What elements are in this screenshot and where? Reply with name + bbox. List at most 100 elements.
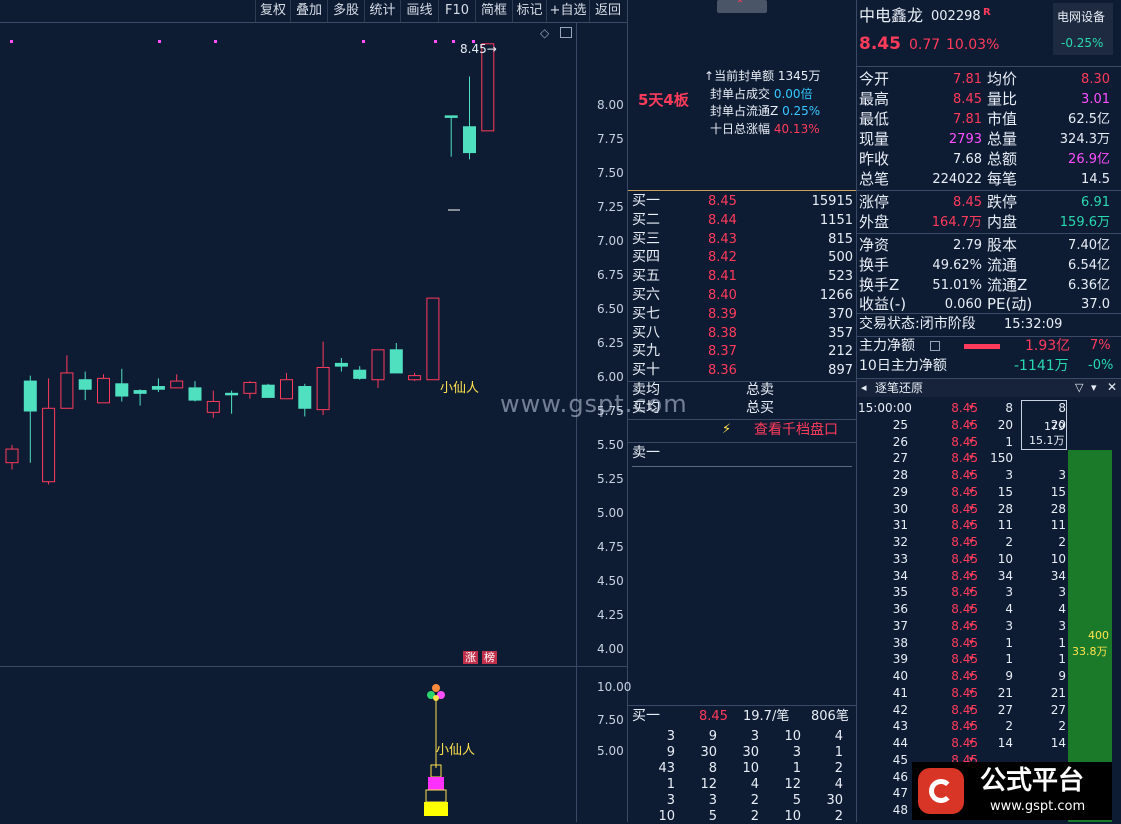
tick-volume: 15 [997, 484, 1013, 499]
candle [371, 349, 385, 388]
tick-volume: 11 [997, 518, 1013, 533]
toolbar-button-5[interactable]: F10 [438, 0, 475, 22]
marker-dot [362, 40, 365, 43]
tick-volume-2: 4 [1058, 602, 1066, 616]
toolbar-button-4[interactable]: 画线 [400, 0, 438, 22]
y-tick-label: 7.75 [597, 132, 624, 146]
candle-body [444, 115, 458, 118]
down-arrow-icon: ▾ [969, 553, 974, 564]
sector-box[interactable]: 电网设备 -0.25% [1053, 3, 1113, 55]
quote-value: 2.79 [953, 238, 982, 253]
down-arrow-icon: ▾ [969, 637, 974, 648]
tick-volume-2: 27 [1050, 702, 1066, 717]
toolbar-button-1[interactable]: 叠加 [290, 0, 327, 22]
down-arrow-icon: ▾ [969, 721, 974, 732]
candle [316, 341, 330, 416]
sector-name: 电网设备 [1057, 10, 1106, 24]
y-tick-label: 5.50 [597, 438, 624, 452]
candle-body [60, 372, 74, 409]
stock-name: 中电鑫龙 [859, 6, 924, 25]
collapse-icon[interactable]: ◂ [861, 382, 867, 393]
bid-name: 买六 [632, 287, 660, 303]
toolbar-button-8[interactable]: +自选 [546, 0, 589, 22]
tick-volume: 28 [997, 501, 1013, 516]
bid-price: 8.43 [708, 231, 737, 247]
candle [408, 372, 422, 382]
tick-volume-2: 1 [1058, 635, 1066, 650]
tick-time: 31 [892, 518, 908, 533]
bid-price: 8.44 [708, 212, 737, 228]
ask1-label: 卖一 [632, 445, 660, 461]
tick-volume-2: 14 [1050, 736, 1066, 750]
tick-time: 47 [892, 786, 908, 801]
status-time: 15:32:09 [1004, 317, 1063, 332]
candle-body [170, 380, 184, 389]
tick-volume-2: 21 [1050, 685, 1066, 700]
tick-volume-2 [1030, 434, 1066, 451]
bid-name: 买九 [632, 343, 660, 360]
quote-value: 7.68 [953, 151, 982, 167]
toolbar-button-3[interactable]: 统计 [364, 0, 400, 22]
toolbar-button-2[interactable]: 多股 [327, 0, 364, 22]
tick-volume-2: 10 [1050, 551, 1066, 566]
candle-body [408, 375, 422, 381]
buy-total-label: 总买 [746, 400, 774, 416]
tick-title: 逐笔还原 [875, 381, 924, 395]
tick-time: 30 [892, 501, 908, 516]
toolbar-button-7[interactable]: 标记 [512, 0, 546, 22]
indicator-label: 小仙人 [436, 743, 476, 758]
margin-badge: R [983, 7, 991, 18]
quote-value: 164.7万 [931, 214, 982, 230]
quote-label-2: 股本 [987, 236, 1018, 254]
tick-time: 41 [892, 685, 908, 700]
bid-name: 买十 [632, 362, 660, 379]
tick-time: 42 [892, 702, 908, 717]
down-arrow-icon: ▾ [969, 403, 974, 413]
quote-label: 涨停 [859, 193, 890, 211]
y2-tick-label: 5.00 [597, 744, 624, 758]
toolbar-button-9[interactable]: 返回 [589, 0, 626, 22]
quote-label: 总笔 [859, 169, 890, 188]
bid-name: 买四 [632, 249, 660, 266]
candle [5, 445, 19, 470]
dropdown-icon[interactable]: ▾ [1091, 382, 1097, 393]
flow-toggle-icon[interactable] [930, 341, 940, 351]
brand-url: www.gspt.com [990, 799, 1086, 814]
candle-body [42, 407, 56, 483]
quote-value: 224022 [932, 171, 982, 187]
bid-name: 买七 [632, 305, 660, 322]
brand-logo-icon [918, 768, 964, 814]
down-arrow-icon: ▾ [969, 470, 974, 480]
filter-icon[interactable]: ▽ [1075, 382, 1083, 393]
tick-volume: 2 [1005, 535, 1013, 549]
bid-price: 8.45 [708, 194, 737, 209]
last-price: 8.45 [859, 34, 901, 54]
tick-time: 25 [892, 417, 908, 432]
toolbar-button-0[interactable]: 复权 [255, 0, 290, 22]
queue-label: 买一 [632, 708, 660, 724]
toolbar-button-6[interactable]: 简框 [475, 0, 512, 22]
brand-logo: 公式平台 www.gspt.com [912, 762, 1112, 820]
bid-name: 买一 [632, 193, 660, 209]
zhangting-badge: 涨 [463, 651, 478, 664]
tick-time: 43 [892, 719, 908, 734]
candlestick-chart[interactable] [0, 22, 576, 666]
tick-time: 40 [892, 669, 908, 683]
bid-volume: 212 [828, 344, 853, 360]
bid-price: 8.37 [708, 344, 737, 360]
bid-name: 买二 [632, 211, 660, 228]
bid-name: 买五 [632, 268, 660, 285]
candle-body [188, 387, 202, 401]
candle-body [389, 349, 403, 374]
candle [463, 76, 476, 160]
candle-body [261, 384, 275, 398]
collapse-tab[interactable]: ⌃ [717, 0, 767, 13]
bid-volume: 897 [828, 363, 853, 379]
queue-cell: 2 [834, 809, 843, 824]
y-tick-label: 4.75 [597, 540, 624, 554]
tick-time: 27 [892, 451, 908, 466]
close-icon[interactable]: ✕ [1107, 381, 1117, 393]
tick-volume: 8 [1005, 401, 1013, 415]
candle-body [151, 386, 165, 390]
depth-link[interactable]: 查看千档盘口 [754, 423, 838, 437]
